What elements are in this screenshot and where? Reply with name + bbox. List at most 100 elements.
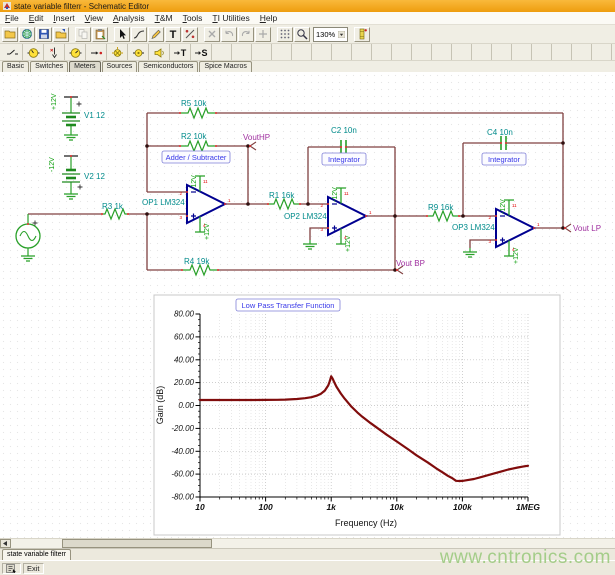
status-exit-label[interactable]: Exit [23,563,44,574]
tab-semiconductors[interactable]: Semiconductors [138,61,198,72]
label-r1[interactable]: R1 16k [269,191,295,200]
label-op3-vminus[interactable]: -12V [500,199,507,214]
menu-item-insert[interactable]: Insert [48,13,79,23]
save-button[interactable] [36,27,52,42]
speaker-button[interactable] [149,44,170,60]
menu-item-view[interactable]: View [80,13,108,23]
select-tool-button[interactable] [114,27,130,42]
export-button[interactable] [53,27,69,42]
wire[interactable] [470,240,496,248]
label-op2-vminus[interactable]: -12V [332,187,339,202]
shape-tool-button[interactable] [182,27,198,42]
speaker-icon [153,46,166,59]
label-vouthp[interactable]: VoutHP [243,133,270,142]
label-voutbp[interactable]: Vout BP [396,259,425,268]
tab-meters[interactable]: Meters [69,61,100,72]
pencil-icon [150,28,162,40]
grid-toggle-button[interactable] [277,27,293,42]
draw-tool-button[interactable] [148,27,164,42]
resistor-symbol[interactable] [180,108,216,118]
schematic-canvas[interactable]: V1 12 V2 12 R3 1k R5 10k R2 10k R4 19k R… [0,72,615,538]
y-tick-label: 80.00 [174,310,195,319]
zoom-level-select[interactable]: 130% [313,27,348,42]
hscroll-thumb[interactable] [62,539,212,548]
label-r3[interactable]: R3 1k [102,202,124,211]
label-op2[interactable]: OP2 LM324 [284,212,327,221]
ammeter-button[interactable] [65,44,86,60]
label-c4[interactable]: C4 10n [487,128,513,137]
switch-button[interactable] [2,44,23,60]
label-op1-vminus[interactable]: -12V [191,175,198,190]
chart-frame[interactable] [154,295,560,535]
resistor-symbol[interactable] [182,265,218,275]
menu-item-t-m[interactable]: T&M [150,13,178,23]
terminal-mark [186,191,188,193]
menu-item-file[interactable]: File [0,13,24,23]
junction-dot [145,144,149,148]
ground-symbol[interactable] [303,240,317,249]
undo-button[interactable] [221,27,237,42]
label-r5[interactable]: R5 10k [181,99,207,108]
indicator-button[interactable] [128,44,149,60]
document-tab[interactable]: state variable filterr [2,549,71,560]
tab-sources[interactable]: Sources [102,61,138,72]
menu-item-analysis[interactable]: Analysis [108,13,150,23]
label-v2[interactable]: V2 12 [84,172,105,181]
open-web-button[interactable] [19,27,35,42]
paste-button[interactable] [92,27,108,42]
tab-switches[interactable]: Switches [30,61,68,72]
label-op3[interactable]: OP3 LM324 [452,223,495,232]
block-integrator2-label[interactable]: Integrator [488,155,521,164]
ground-symbol[interactable] [64,131,78,140]
terminal-mark [70,155,72,157]
menu-item-edit[interactable]: Edit [24,13,49,23]
delete-button[interactable] [204,27,220,42]
label-plus12-v1[interactable]: +12V [51,93,58,110]
t-meter-icon: T [173,46,188,59]
resistor-symbol[interactable] [180,141,216,151]
hscroll-left-button[interactable] [0,539,11,548]
crosshair-icon [257,28,269,40]
label-r4[interactable]: R4 19k [184,257,210,266]
resistor-symbol[interactable] [427,211,459,221]
label-c2[interactable]: C2 10n [331,126,357,135]
component-list-button[interactable] [354,27,370,42]
tab-basic[interactable]: Basic [2,61,29,72]
menu-item-help[interactable]: Help [255,13,282,23]
block-integrator1-label[interactable]: Integrator [328,155,361,164]
menu-item-tools[interactable]: Tools [178,13,208,23]
resistor-symbol[interactable] [268,199,300,209]
terminal-mark [327,203,329,205]
open-button[interactable] [2,27,18,42]
component-toolbar-empty-slots [212,44,615,60]
label-r2[interactable]: R2 10k [181,132,207,141]
terminal-mark [345,146,347,148]
current-probe-button[interactable] [86,44,107,60]
ground-symbol[interactable] [64,190,78,199]
wire-tool-button[interactable] [131,27,147,42]
label-op1[interactable]: OP1 LM324 [142,198,185,207]
lamp-button[interactable] [107,44,128,60]
label-voutlp[interactable]: Vout LP [573,224,601,233]
ground-symbol[interactable] [21,252,35,261]
crosshair-button[interactable] [255,27,271,42]
voltage-pin-button[interactable] [44,44,65,60]
wire[interactable] [310,228,328,240]
text-tool-button[interactable]: T [165,27,181,42]
y-tick-label: 40.00 [174,355,195,364]
menu-item-ti-utilities[interactable]: TI Utilities [207,13,254,23]
t-meter-button[interactable]: T [170,44,191,60]
terminal-mark [500,142,502,144]
s-meter-button[interactable]: S [191,44,212,60]
zoom-button[interactable] [294,27,310,42]
label-v1[interactable]: V1 12 [84,111,105,120]
tab-spice-macros[interactable]: Spice Macros [199,61,251,72]
ground-symbol[interactable] [463,248,477,257]
label-minus12-v2[interactable]: -12V [49,157,56,172]
copy-button[interactable] [75,27,91,42]
edit-mode-panel[interactable] [2,563,21,574]
block-adder-label[interactable]: Adder / Subtracter [166,153,227,162]
label-r9[interactable]: R9 16k [428,203,454,212]
voltmeter-button[interactable] [23,44,44,60]
redo-button[interactable] [238,27,254,42]
